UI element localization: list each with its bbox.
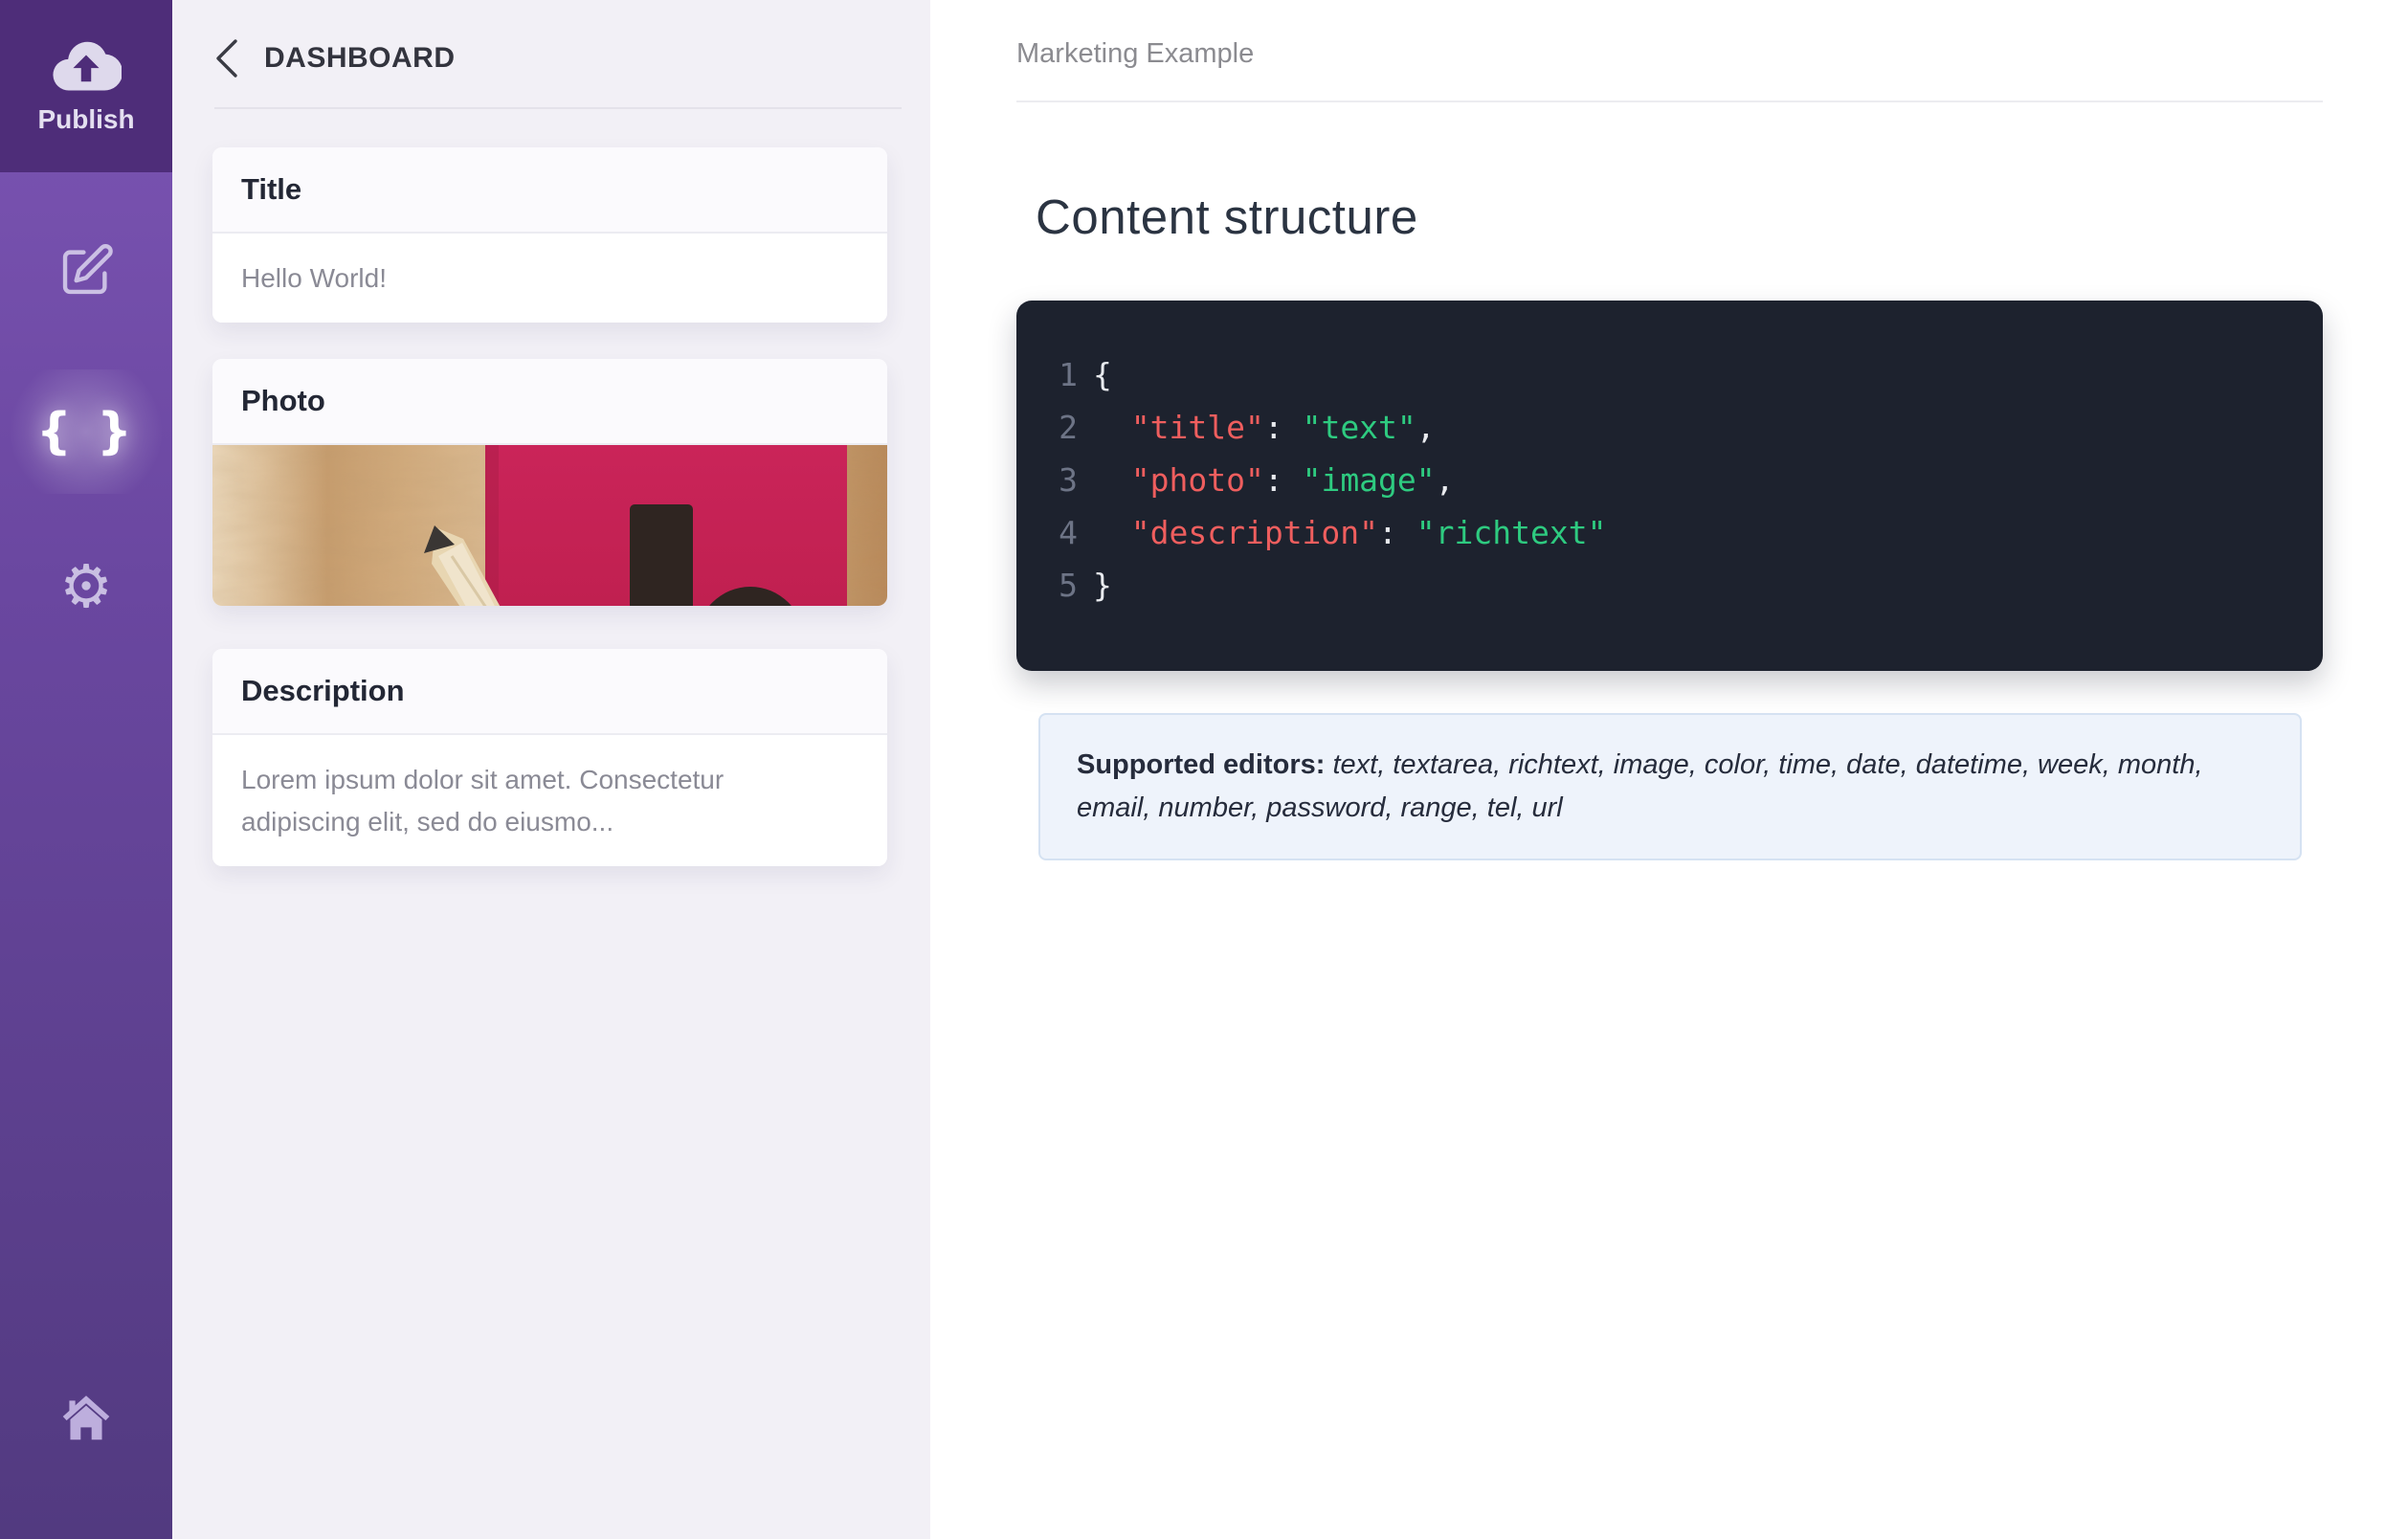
field-input-description[interactable]: Lorem ipsum dolor sit amet. Consectetur … [212,735,887,867]
publish-button[interactable]: Publish [0,0,172,172]
code-line: 4 "description": "richtext" [1055,506,2285,559]
field-card-title: Title Hello World! [212,147,887,323]
line-number: 3 [1059,461,1078,499]
code-token: "photo" [1130,461,1264,499]
code-token: "description" [1130,514,1379,551]
home-icon [56,1388,116,1452]
sidebar-item-home[interactable] [0,1357,172,1482]
description-text: Lorem ipsum dolor sit amet. Consectetur … [241,765,725,836]
line-number: 5 [1059,567,1078,604]
code-token: "image" [1302,461,1436,499]
field-card-photo: Photo [212,359,887,607]
main-panel: Marketing Example Content structure 1{2 … [930,0,2408,1539]
code-lines: 1{2 "title": "text", 3 "photo": "image", 4… [1055,348,2285,612]
panel-title: DASHBOARD [264,42,456,74]
field-card-description: Description Lorem ipsum dolor sit amet. … [212,649,887,867]
sidebar-item-editor[interactable] [0,211,172,335]
edit-pencil-icon [56,241,116,305]
line-number: 1 [1059,356,1078,393]
field-label-photo: Photo [212,359,887,446]
code-token: : [1263,409,1303,446]
line-number: 2 [1059,409,1078,446]
breadcrumb: Marketing Example [1016,38,1255,69]
code-token: } [1093,567,1112,604]
main-divider [1016,100,2323,102]
code-token: : [1378,514,1416,551]
field-label-description: Description [212,649,887,736]
chevron-left-icon [214,38,239,78]
cloud-upload-icon [51,38,123,97]
field-input-title[interactable]: Hello World! [212,234,887,323]
code-token: "richtext" [1416,514,1607,551]
code-token: "text" [1302,409,1416,446]
note-bold-label: Supported editors: [1077,749,1326,780]
code-line: 3 "photo": "image", [1055,454,2285,506]
sidebar: Publish { } ⚙ [0,0,172,1539]
gear-icon: ⚙ [59,551,113,621]
page-title: Content structure [1036,190,1418,244]
publish-label: Publish [37,103,135,134]
content-structure-code: 1{2 "title": "text", 3 "photo": "image", 4… [1016,301,2323,671]
sidebar-item-content-model[interactable]: { } [0,369,172,494]
back-to-dashboard[interactable]: DASHBOARD [172,0,930,78]
code-token: , [1416,409,1436,446]
field-cards: Title Hello World! Photo Description Lor… [172,109,930,903]
code-line: 1{ [1055,348,2285,401]
braces-icon: { } [35,403,137,460]
supported-editors-note: Supported editors: text, textarea, richt… [1038,713,2302,860]
code-line: 2 "title": "text", [1055,401,2285,454]
field-label-title: Title [212,147,887,234]
field-photo-thumbnail[interactable] [212,445,887,607]
sidebar-item-settings[interactable]: ⚙ [0,524,172,649]
code-token: : [1263,461,1303,499]
line-number: 4 [1059,514,1078,551]
code-line: 5} [1055,559,2285,612]
entry-panel: DASHBOARD Title Hello World! Photo Descr… [172,0,930,1539]
code-token: , [1435,461,1455,499]
code-token: "title" [1130,409,1264,446]
code-token: { [1093,356,1112,393]
